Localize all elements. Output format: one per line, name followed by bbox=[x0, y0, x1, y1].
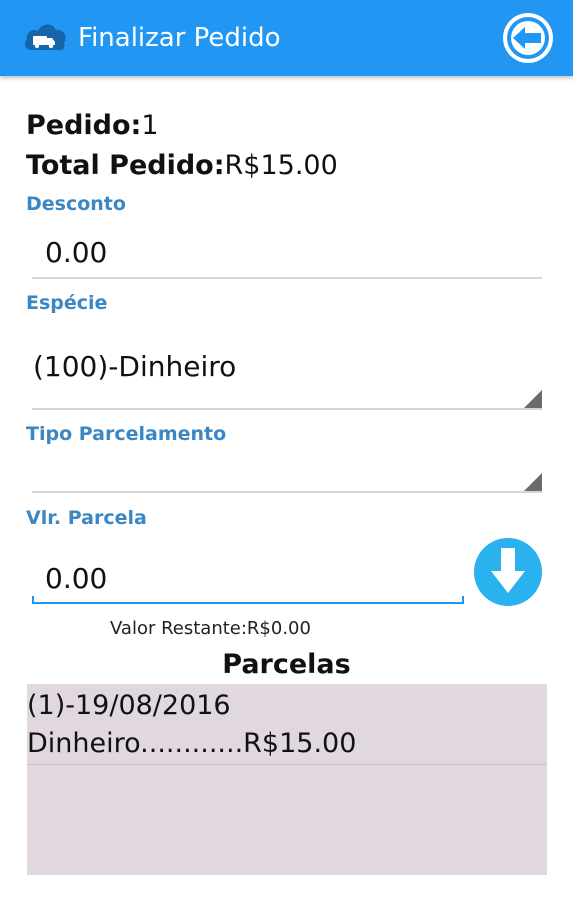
arrow-down-icon bbox=[491, 548, 525, 593]
species-underline bbox=[32, 408, 542, 410]
installments-list[interactable]: (1)-19/08/2016 Dinheiro............R$15.… bbox=[27, 684, 547, 875]
cloud-truck-icon bbox=[22, 18, 68, 58]
installment-date: (1)-19/08/2016 bbox=[27, 690, 231, 721]
input-underline-tick bbox=[32, 596, 34, 604]
remaining-value: Valor Restante:R$0.00 bbox=[110, 618, 311, 639]
species-label: Espécie bbox=[26, 292, 108, 314]
add-installment-button[interactable] bbox=[474, 538, 542, 606]
list-item[interactable]: (1)-19/08/2016 Dinheiro............R$15.… bbox=[27, 684, 547, 765]
order-total: Total Pedido:R$15.00 bbox=[26, 149, 338, 183]
installments-title: Parcelas bbox=[222, 649, 351, 680]
arrow-left-icon bbox=[507, 17, 549, 59]
order-total-value: R$15.00 bbox=[224, 150, 338, 181]
order-number-value: 1 bbox=[141, 110, 159, 141]
installment-type-select[interactable] bbox=[30, 450, 545, 492]
installment-value-input[interactable] bbox=[32, 558, 463, 598]
installment-value-label: Vlr. Parcela bbox=[26, 507, 147, 529]
order-number: Pedido:1 bbox=[26, 109, 159, 143]
installment-detail: Dinheiro............R$15.00 bbox=[27, 728, 357, 759]
installment-value-underline bbox=[32, 602, 464, 604]
discount-input[interactable] bbox=[32, 232, 540, 272]
back-button[interactable] bbox=[503, 13, 553, 63]
order-number-label: Pedido: bbox=[26, 110, 142, 141]
installment-type-label: Tipo Parcelamento bbox=[26, 423, 227, 445]
installment-type-underline bbox=[32, 491, 542, 493]
input-underline-tick bbox=[462, 596, 464, 604]
dropdown-triangle-icon bbox=[523, 473, 542, 492]
species-selected-value: (100)-Dinheiro bbox=[33, 350, 237, 383]
app-bar: Finalizar Pedido bbox=[0, 0, 573, 76]
dropdown-triangle-icon bbox=[523, 390, 542, 409]
discount-underline bbox=[32, 277, 542, 279]
species-select[interactable]: (100)-Dinheiro bbox=[30, 340, 545, 409]
page-title: Finalizar Pedido bbox=[78, 23, 281, 53]
order-total-label: Total Pedido: bbox=[26, 150, 225, 181]
discount-label: Desconto bbox=[26, 193, 126, 215]
